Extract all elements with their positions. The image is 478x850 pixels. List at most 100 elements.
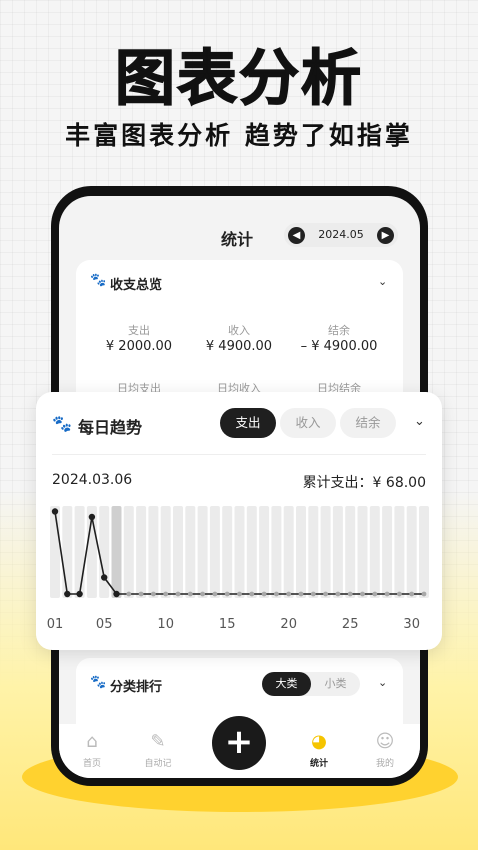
day-column[interactable] <box>419 506 429 598</box>
data-point <box>323 591 328 597</box>
day-column[interactable] <box>345 506 356 598</box>
stat-value-expense: ¥ 2000.00 <box>105 339 173 354</box>
day-column[interactable] <box>332 506 343 598</box>
day-column[interactable] <box>197 506 208 598</box>
stat-label-income: 收入 <box>228 324 250 337</box>
stat-label-balance: 结余 <box>328 324 350 337</box>
data-point <box>237 591 242 597</box>
day-column[interactable] <box>259 506 270 598</box>
day-column[interactable] <box>394 506 405 598</box>
edit-icon: ✎ <box>150 731 166 752</box>
x-tick-label: 30 <box>403 617 420 632</box>
add-record-button[interactable]: + <box>212 716 266 770</box>
data-point <box>310 591 316 597</box>
day-column[interactable] <box>234 506 245 598</box>
data-point <box>298 591 304 597</box>
tab-mine[interactable]: ☺ 我的 <box>360 730 410 769</box>
tab-income[interactable]: 收入 <box>280 408 336 438</box>
data-point <box>286 591 292 597</box>
data-point <box>212 591 218 597</box>
month-picker[interactable]: ◀ 2024.05 ▶ <box>284 223 398 247</box>
chevron-right-icon[interactable]: ▶ <box>377 227 394 244</box>
data-point <box>249 591 255 597</box>
data-point <box>335 591 341 597</box>
category-toggle: 大类 小类 <box>262 672 360 696</box>
day-column[interactable] <box>382 506 393 598</box>
x-tick-label: 20 <box>280 617 297 632</box>
data-point <box>64 590 71 598</box>
day-column[interactable] <box>185 506 196 598</box>
day-column[interactable] <box>369 506 380 598</box>
data-point <box>421 591 427 597</box>
tab-label: 自动记 <box>144 759 172 769</box>
day-column[interactable] <box>160 506 171 598</box>
tab-stats[interactable]: ◕ 统计 <box>294 730 344 769</box>
day-column[interactable] <box>296 506 306 598</box>
plus-icon: + <box>224 722 254 762</box>
ranking-title: 分类排行 <box>110 680 163 695</box>
chevron-down-icon[interactable]: ⌄ <box>378 676 387 689</box>
day-column[interactable] <box>308 506 319 598</box>
toggle-major[interactable]: 大类 <box>262 672 311 696</box>
day-column[interactable] <box>246 506 257 598</box>
day-column[interactable] <box>320 506 331 598</box>
trend-title: 每日趋势 <box>78 418 143 437</box>
data-point <box>274 591 279 597</box>
day-column[interactable] <box>283 506 294 598</box>
user-icon: ☺ <box>375 731 395 752</box>
data-point <box>88 513 96 521</box>
trend-chart[interactable]: 01 05 10 15 20 25 30 <box>36 500 442 640</box>
tab-label: 统计 <box>309 759 328 769</box>
paw-icon: 🐾 <box>90 675 107 690</box>
data-point <box>347 591 353 597</box>
x-tick-label: 15 <box>219 617 236 632</box>
day-column[interactable] <box>148 506 159 598</box>
tab-balance[interactable]: 结余 <box>340 408 396 438</box>
day-column[interactable] <box>222 506 233 598</box>
day-column[interactable] <box>111 506 122 598</box>
x-tick-label: 25 <box>342 617 359 632</box>
chevron-down-icon[interactable]: ⌄ <box>414 414 425 429</box>
day-column[interactable] <box>173 506 183 598</box>
day-column[interactable] <box>209 506 220 598</box>
selected-date: 2024.03.06 <box>52 472 133 488</box>
paw-icon: 🐾 <box>52 414 72 433</box>
data-point <box>372 591 378 597</box>
day-column[interactable] <box>74 506 85 598</box>
data-point <box>200 591 206 597</box>
data-point <box>113 590 120 598</box>
day-column[interactable] <box>62 506 73 598</box>
stat-label-expense: 支出 <box>128 324 150 337</box>
day-column[interactable] <box>123 506 134 598</box>
paw-icon: 🐾 <box>90 273 107 288</box>
tab-expense[interactable]: 支出 <box>220 408 276 438</box>
home-icon: ⌂ <box>86 731 98 752</box>
day-column[interactable] <box>99 506 110 598</box>
data-point <box>360 591 365 597</box>
promo-headline: 图表分析 <box>114 43 363 115</box>
data-point <box>126 591 132 597</box>
day-column[interactable] <box>357 506 368 598</box>
data-point <box>101 574 108 581</box>
promo-subline: 丰富图表分析 趋势了如指掌 <box>65 121 413 150</box>
data-point <box>261 591 267 597</box>
x-tick-label: 10 <box>157 617 174 632</box>
data-point <box>138 591 144 597</box>
tab-auto-record[interactable]: ✎ 自动记 <box>133 730 183 769</box>
chevron-down-icon[interactable]: ⌄ <box>378 275 387 288</box>
data-point <box>175 591 181 597</box>
day-column[interactable] <box>406 506 417 598</box>
page-title: 统计 <box>221 230 254 249</box>
x-tick-label: 01 <box>47 617 64 632</box>
tab-label: 我的 <box>375 759 394 769</box>
tab-home[interactable]: ⌂ 首页 <box>67 730 117 769</box>
data-point <box>76 590 83 598</box>
data-point <box>397 591 402 597</box>
pie-chart-icon: ◕ <box>311 731 327 752</box>
toggle-minor[interactable]: 小类 <box>311 672 360 696</box>
day-column[interactable] <box>136 506 147 598</box>
data-point <box>163 591 169 597</box>
data-point <box>409 591 415 597</box>
day-column[interactable] <box>271 506 282 598</box>
day-column[interactable] <box>50 506 60 598</box>
